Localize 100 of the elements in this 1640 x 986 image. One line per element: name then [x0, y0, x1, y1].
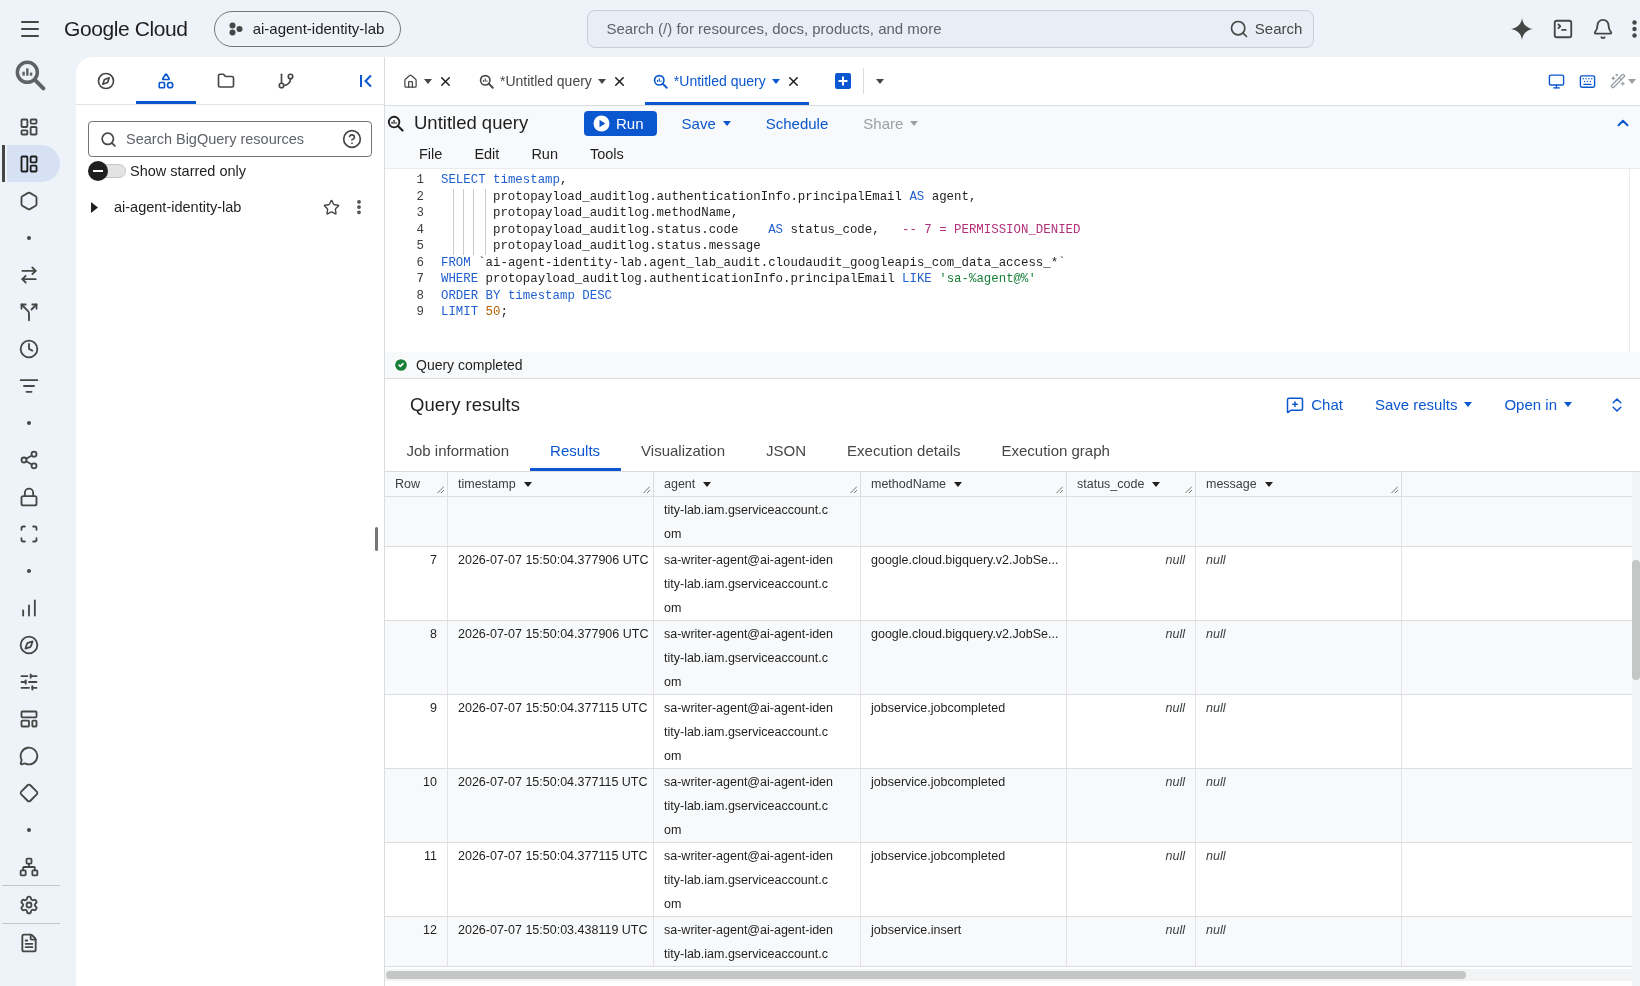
- results-tab[interactable]: Execution graph: [980, 430, 1131, 471]
- add-tab-icon[interactable]: [834, 73, 851, 89]
- resize-handle-icon[interactable]: [850, 486, 857, 493]
- resize-handle-icon[interactable]: [1056, 486, 1063, 493]
- column-header[interactable]: methodName: [861, 472, 1067, 496]
- share-icon: [19, 449, 39, 470]
- caret-icon[interactable]: [703, 481, 712, 487]
- keyboard-icon[interactable]: [1579, 72, 1596, 90]
- caret-icon[interactable]: [597, 78, 606, 84]
- monitor-icon[interactable]: [1548, 72, 1565, 90]
- menu-item[interactable]: Edit: [462, 146, 512, 162]
- caret-icon[interactable]: [954, 481, 963, 487]
- caret-icon[interactable]: [1152, 481, 1161, 487]
- caret-icon[interactable]: [1464, 402, 1473, 407]
- editor-tab[interactable]: *Untitled query: [471, 57, 635, 105]
- caret-icon[interactable]: [875, 78, 884, 84]
- column-header[interactable]: timestamp: [448, 472, 654, 496]
- save-button[interactable]: Save: [671, 110, 741, 136]
- resize-handle-icon[interactable]: [1391, 486, 1398, 493]
- starred-toggle[interactable]: [88, 161, 126, 181]
- clock-icon: [19, 338, 39, 359]
- star-icon[interactable]: [323, 198, 340, 216]
- table-cell: sa-writer-agent@ai-agent-identity-lab.iam.gserviceaccount.c: [654, 917, 861, 966]
- expand-caret-icon[interactable]: [91, 201, 98, 213]
- folder-icon: [217, 71, 235, 90]
- chat-add-icon: [1286, 395, 1305, 414]
- table-cell: google.cloud.bigquery.v2.JobSe...: [861, 547, 1067, 620]
- table-cell: 11: [385, 843, 448, 916]
- search-icon: [1228, 18, 1249, 39]
- resize-handle-icon[interactable]: [1185, 486, 1192, 493]
- table-cell: 2026-07-07 15:50:04.377906 UTC: [448, 547, 654, 620]
- magnifier-chart-logo-icon: [14, 59, 46, 91]
- tree-item[interactable]: ai-agent-identity-lab: [114, 199, 313, 215]
- open-in-button[interactable]: Open in: [1496, 389, 1580, 420]
- vertical-scrollbar[interactable]: [1632, 472, 1640, 986]
- caret-icon[interactable]: [523, 481, 532, 487]
- hierarchy-icon: [19, 856, 39, 877]
- results-tab[interactable]: Execution details: [826, 430, 981, 471]
- table-cell: null: [1067, 843, 1196, 916]
- table-cell: null: [1067, 769, 1196, 842]
- terminal-icon[interactable]: [1552, 17, 1574, 40]
- results-tab[interactable]: Job information: [386, 430, 530, 471]
- check-circle-icon: [393, 357, 409, 373]
- caret-icon[interactable]: [1564, 402, 1572, 407]
- chat-button[interactable]: Chat: [1278, 389, 1351, 420]
- wand-icon[interactable]: [1610, 73, 1626, 89]
- code-line: ORDER BY timestamp DESC: [441, 287, 613, 304]
- line-number: 7: [416, 271, 424, 288]
- table-cell: null: [1067, 547, 1196, 620]
- resize-handle-icon[interactable]: [437, 486, 444, 493]
- table-cell: 2026-07-07 15:50:03.438119 UTC: [448, 917, 654, 966]
- resource-search-field[interactable]: Search BigQuery resources: [88, 121, 372, 157]
- menu-item[interactable]: File: [407, 146, 455, 162]
- separator-dot-icon: [27, 827, 31, 832]
- line-number: 5: [416, 238, 424, 255]
- schedule-button[interactable]: Schedule: [755, 110, 839, 136]
- table-cell: null: [1067, 621, 1196, 694]
- column-header[interactable]: message: [1196, 472, 1402, 496]
- results-tab[interactable]: JSON: [745, 430, 827, 471]
- column-header[interactable]: agent: [654, 472, 861, 496]
- results-tab[interactable]: Visualization: [620, 430, 746, 471]
- table-cell: 12: [385, 917, 448, 966]
- query-title: Untitled query: [414, 112, 529, 134]
- line-number: 2: [416, 188, 424, 205]
- separator-dot-icon: [27, 235, 31, 240]
- resize-handle-icon[interactable]: [643, 486, 650, 493]
- sliders-icon: [19, 671, 39, 692]
- run-button[interactable]: Run: [584, 110, 657, 136]
- code-line: SELECT timestamp,: [441, 172, 568, 189]
- table-cell: null: [1196, 695, 1402, 768]
- caret-icon[interactable]: [722, 120, 731, 126]
- column-header[interactable]: status_code: [1067, 472, 1196, 496]
- caret-icon[interactable]: [424, 78, 432, 84]
- nav-rail-item[interactable]: [2, 145, 60, 182]
- branch-icon: [277, 71, 295, 90]
- table-cell: 2026-07-07 15:50:04.377906 UTC: [448, 621, 654, 694]
- search-button[interactable]: Search: [1228, 17, 1303, 40]
- splitter-handle[interactable]: [375, 527, 378, 551]
- results-title: Query results: [410, 393, 520, 416]
- table-cell: google.cloud.bigquery.v2.JobSe...: [861, 621, 1067, 694]
- horizontal-scrollbar[interactable]: [385, 969, 1632, 981]
- caret-icon[interactable]: [771, 78, 780, 84]
- line-number: 9: [416, 304, 424, 321]
- menu-item[interactable]: Run: [519, 146, 570, 162]
- table-cell: jobservice.jobcompleted: [861, 843, 1067, 916]
- table-cell: null: [1067, 917, 1196, 966]
- table-cell: 2026-07-07 15:50:04.377115 UTC: [448, 843, 654, 916]
- save-results-button[interactable]: Save results: [1366, 389, 1481, 420]
- table-cell: null: [1196, 917, 1402, 966]
- column-header[interactable]: Row: [385, 472, 448, 496]
- magnifier-chart-icon: [479, 73, 494, 89]
- caret-icon[interactable]: [1264, 481, 1273, 487]
- more-vert-icon[interactable]: [1632, 19, 1637, 38]
- help-icon[interactable]: [342, 129, 362, 149]
- line-number: 8: [416, 287, 424, 304]
- bell-icon[interactable]: [1592, 17, 1614, 40]
- table-cell: 2026-07-07 15:50:04.377115 UTC: [448, 695, 654, 768]
- shapes-icon: [157, 71, 175, 90]
- table-cell: null: [1196, 769, 1402, 842]
- menu-item[interactable]: Tools: [578, 146, 636, 162]
